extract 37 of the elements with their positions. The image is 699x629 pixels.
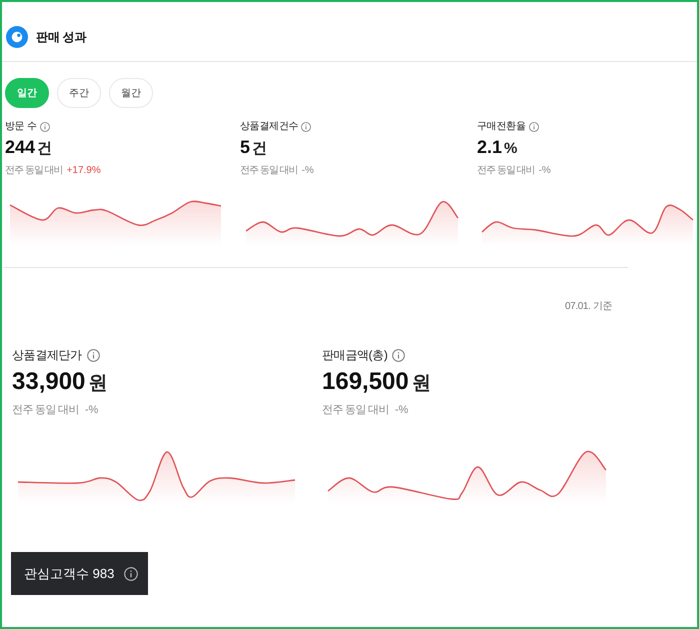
info-icon[interactable] [301,122,312,132]
metric-value: 33,900 [12,367,86,397]
info-icon[interactable] [86,348,100,362]
compare-label: 전주 동일 대비 [240,164,298,178]
metric-label: 구매전환율 [477,120,526,134]
info-icon[interactable] [40,122,50,132]
info-icon[interactable] [124,566,138,580]
compare-label: 전주 동일 대비 [12,403,79,418]
change-rate: +17.9% [66,164,101,178]
change-rate: -% [394,403,408,418]
circle-dot-icon [6,26,28,48]
metric-label: 상품결제건수 [240,120,298,134]
period-tab[interactable]: 주간 [57,78,101,108]
compare-label: 전주 동일 대비 [477,164,535,178]
metric-unit: 원 [412,372,431,396]
metric-label: 방문 수 [5,120,37,134]
change-rate: -% [84,403,98,418]
change-rate: -% [302,164,314,178]
metric-value: 2.1 [477,136,502,158]
metric-unit: % [504,139,518,159]
compare-label: 전주 동일 대비 [5,164,63,178]
metric-label: 판매금액(총) [322,347,388,363]
info-icon[interactable] [392,348,406,362]
interest-customers-count: 관심고객수 983 [24,566,114,582]
metric-label: 상품결제단가 [12,347,82,363]
metric-unit: 건 [37,139,52,159]
metric-unit: 원 [88,372,108,396]
reference-date: 07.01. 기준 [565,300,612,314]
metric-value: 169,500 [322,367,409,397]
section-title: 판매 성과 [36,28,86,44]
change-rate: -% [538,164,551,178]
metric-unit: 건 [252,139,268,159]
metric-value: 5 [240,136,250,158]
metric-value: 244 [5,136,36,158]
compare-label: 전주 동일 대비 [322,403,389,418]
info-icon[interactable] [528,122,539,132]
period-tab[interactable]: 월간 [109,78,153,108]
